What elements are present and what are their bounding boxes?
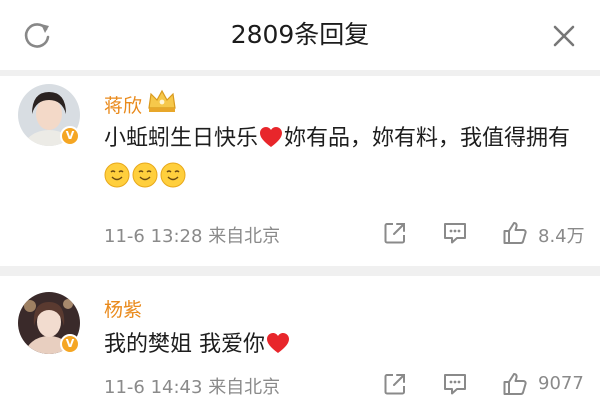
heart-icon	[267, 333, 289, 353]
verified-badge-icon: V	[60, 334, 80, 354]
smile-emoji-icon	[104, 162, 130, 188]
author-name[interactable]: 杨紫	[104, 295, 142, 322]
reply-header: 2809条回复	[0, 0, 600, 70]
like-icon[interactable]	[502, 371, 528, 397]
reply-icon[interactable]	[442, 371, 468, 397]
smile-emoji-icon	[132, 162, 158, 188]
author-name[interactable]: 蒋欣	[104, 91, 142, 118]
heart-icon	[260, 127, 283, 147]
crown-badge-icon	[148, 89, 176, 112]
share-icon[interactable]	[382, 371, 408, 397]
comment-meta: 11-6 13:28 来自北京	[104, 222, 280, 248]
smile-emoji-icon	[160, 162, 186, 188]
comment-text: 我的樊姐 我爱你	[104, 326, 584, 364]
like-count: 8.4万	[538, 226, 585, 247]
comment-item: V 蒋欣 小蚯蚓生日快乐 妳有品，妳有料，我值得拥有 11-6 13:28 来自北…	[0, 76, 600, 266]
comment-text-part: 小蚯蚓生日快乐	[104, 126, 259, 151]
comment-location: 来自北京	[208, 226, 281, 247]
comment-location: 来自北京	[208, 377, 281, 398]
like-count: 9077	[538, 373, 584, 394]
comment-text-part: 妳有品，妳有料，我值得拥有	[284, 126, 571, 151]
like-icon[interactable]	[502, 220, 528, 246]
comment-meta: 11-6 14:43 来自北京	[104, 373, 280, 399]
share-icon[interactable]	[382, 220, 408, 246]
reply-icon[interactable]	[442, 220, 468, 246]
verified-badge-icon: V	[60, 126, 80, 146]
comment-text-part: 我的樊姐 我爱你	[104, 332, 265, 357]
comment-item: V 杨紫 我的樊姐 我爱你 11-6 14:43 来自北京 9077	[0, 276, 600, 401]
comment-text: 小蚯蚓生日快乐 妳有品，妳有料，我值得拥有	[104, 120, 584, 196]
comment-time: 11-6 14:43	[104, 377, 203, 398]
comment-time: 11-6 13:28	[104, 226, 203, 247]
page-title: 2809条回复	[230, 20, 370, 49]
close-icon[interactable]	[550, 22, 578, 50]
